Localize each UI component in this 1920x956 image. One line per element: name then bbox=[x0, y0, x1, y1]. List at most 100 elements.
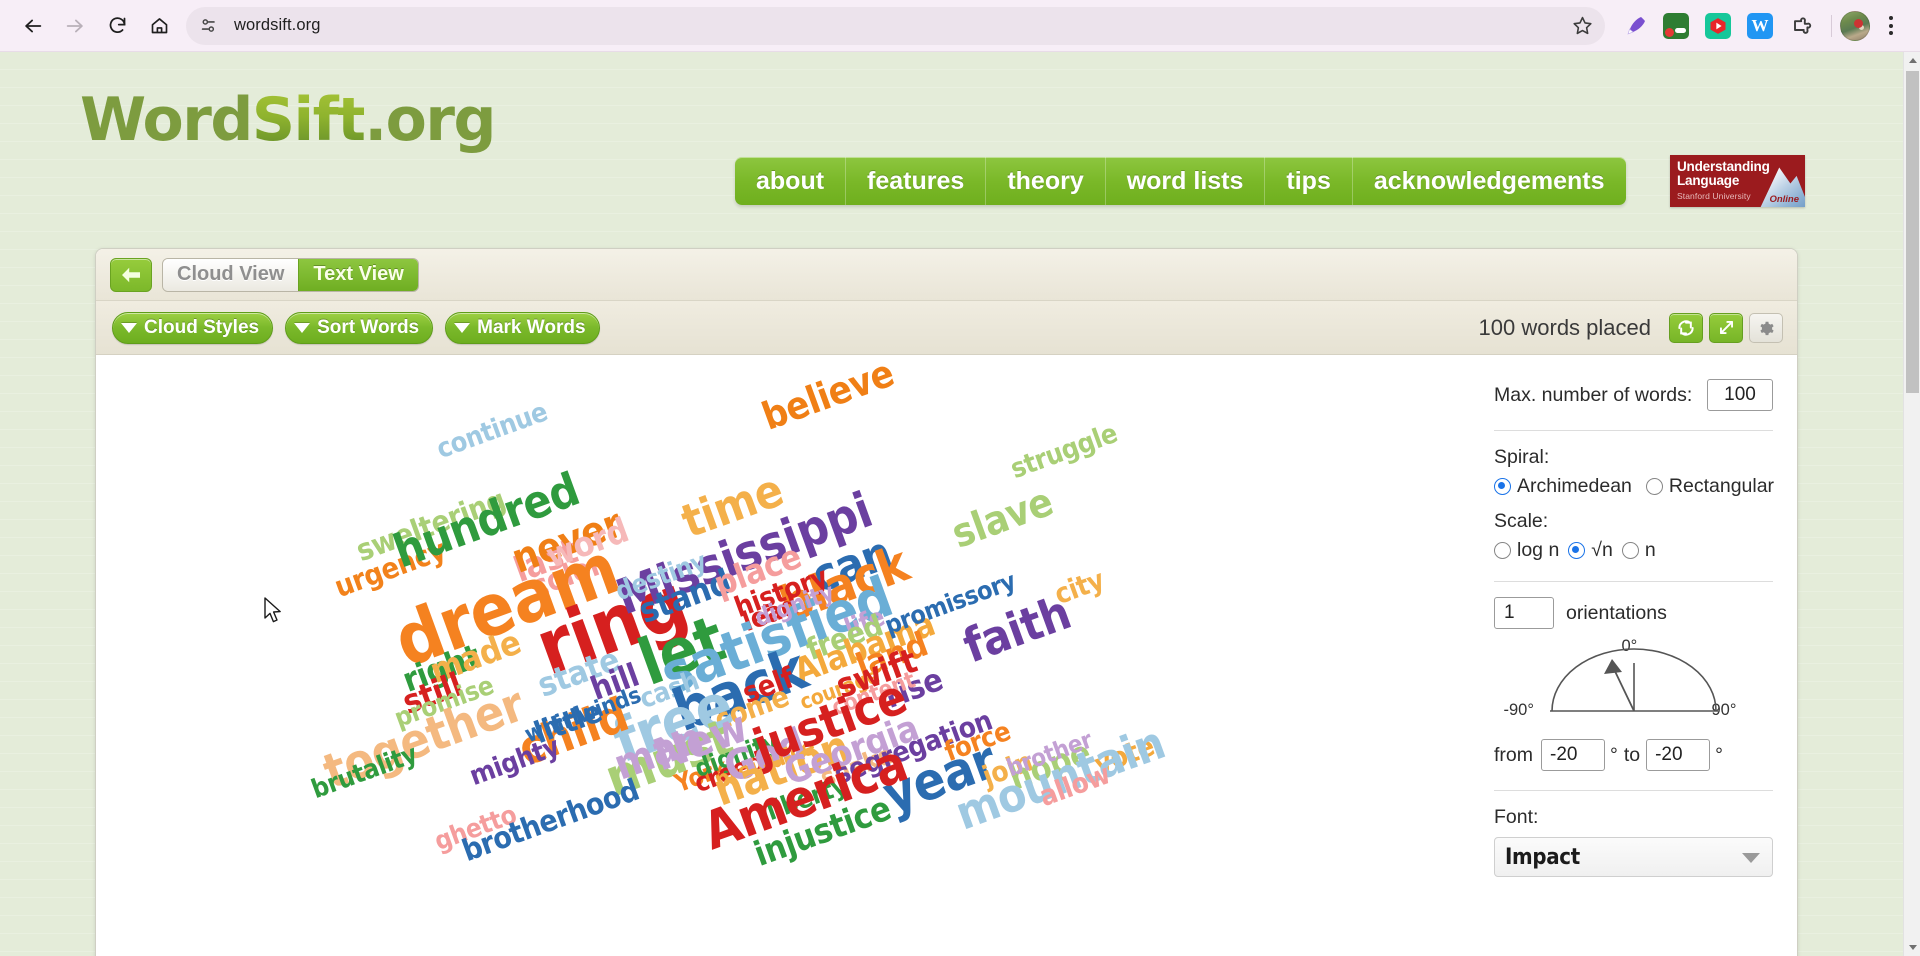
sort-words-label: Sort Words bbox=[317, 316, 420, 338]
angle-from-input[interactable]: -20 bbox=[1541, 739, 1605, 771]
cloud-word[interactable]: slave bbox=[946, 479, 1059, 558]
browser-toolbar: wordsift.org W bbox=[0, 0, 1920, 52]
toolbar-divider bbox=[1831, 14, 1832, 37]
cloud-word[interactable]: believe bbox=[756, 355, 899, 439]
url-text[interactable]: wordsift.org bbox=[224, 16, 1565, 35]
bookmark-star-icon[interactable] bbox=[1565, 9, 1599, 43]
chevron-down-icon bbox=[1742, 853, 1760, 863]
page-scrollbar[interactable] bbox=[1903, 52, 1920, 956]
address-bar[interactable]: wordsift.org bbox=[186, 6, 1605, 45]
max-words-label: Max. number of words: bbox=[1494, 383, 1693, 406]
pen-extension-icon[interactable] bbox=[1615, 7, 1653, 45]
page-viewport: WordSift.org about features theory word … bbox=[0, 52, 1920, 956]
orientations-row: 1 orientations bbox=[1494, 597, 1773, 629]
back-arrow-button[interactable] bbox=[110, 257, 152, 292]
divider bbox=[1494, 581, 1773, 582]
mouse-cursor-icon bbox=[264, 597, 284, 630]
chevron-down-icon bbox=[121, 322, 137, 333]
scale-radio-group: log n √n n bbox=[1494, 539, 1773, 562]
home-button[interactable] bbox=[138, 5, 180, 47]
radio-sqrt-n[interactable] bbox=[1568, 542, 1586, 559]
angle-to-input[interactable]: -20 bbox=[1646, 739, 1711, 771]
spiral-label: Spiral: bbox=[1494, 446, 1550, 468]
radio-archimedean[interactable] bbox=[1494, 478, 1511, 495]
forward-button[interactable] bbox=[54, 5, 96, 47]
nav-item-tips[interactable]: tips bbox=[1265, 157, 1353, 205]
mark-words-label: Mark Words bbox=[477, 316, 586, 338]
max-words-input[interactable]: 100 bbox=[1707, 379, 1773, 411]
max-words-row: Max. number of words: 100 bbox=[1494, 379, 1773, 411]
words-placed-status: 100 words placed bbox=[1478, 314, 1651, 340]
nav-item-acknowledgements[interactable]: acknowledgements bbox=[1353, 157, 1626, 205]
tab-cloud-view[interactable]: Cloud View bbox=[163, 258, 299, 291]
word-cloud-words: continue believe struggle sweltering urgency… bbox=[96, 355, 1470, 956]
tab-text-view[interactable]: Text View bbox=[298, 258, 418, 291]
nav-item-theory[interactable]: theory bbox=[986, 157, 1106, 205]
mark-words-button[interactable]: Mark Words bbox=[445, 311, 600, 344]
radio-sqrt-n-label: √n bbox=[1591, 539, 1613, 561]
cloud-word[interactable]: struggle bbox=[1007, 418, 1122, 485]
nav-item-features[interactable]: features bbox=[846, 157, 987, 205]
logo-part-sift: Sift bbox=[251, 85, 366, 155]
wordsift-app-panel: Cloud View Text View Cloud Styles Sort W… bbox=[95, 248, 1798, 956]
degree-symbol-to: ° bbox=[1715, 743, 1723, 766]
cloud-word[interactable]: continue bbox=[433, 397, 552, 466]
sort-words-button[interactable]: Sort Words bbox=[285, 311, 434, 344]
understanding-language-logo[interactable]: Understanding Language Stanford Universi… bbox=[1670, 155, 1805, 207]
protractor-graphic bbox=[1549, 648, 1718, 712]
font-select-value: Impact bbox=[1505, 844, 1580, 870]
radio-log-n-label: log n bbox=[1517, 539, 1560, 561]
refresh-icon[interactable] bbox=[1669, 312, 1703, 343]
cloud-settings-panel: Max. number of words: 100 Spiral: Archim… bbox=[1470, 355, 1797, 956]
toolbar-right-group: 100 words placed bbox=[1478, 312, 1783, 343]
browser-menu-icon[interactable] bbox=[1874, 7, 1908, 45]
expand-icon[interactable] bbox=[1709, 312, 1743, 343]
wikipedia-extension-label: W bbox=[1751, 15, 1769, 35]
view-mode-toggle: Cloud View Text View bbox=[162, 257, 419, 292]
back-button[interactable] bbox=[12, 5, 54, 47]
logo-part-org: .org bbox=[364, 85, 496, 155]
view-toolbar: Cloud View Text View bbox=[96, 249, 1797, 301]
cloud-styles-label: Cloud Styles bbox=[144, 316, 260, 338]
scroll-up-arrow-icon[interactable] bbox=[1904, 52, 1920, 69]
radio-rectangular-label: Rectangular bbox=[1668, 475, 1775, 497]
video-player-extension-icon[interactable] bbox=[1699, 7, 1737, 45]
radio-rectangular[interactable] bbox=[1645, 478, 1663, 495]
reload-button[interactable] bbox=[96, 5, 138, 47]
wikipedia-extension-icon[interactable]: W bbox=[1741, 7, 1779, 45]
site-header: WordSift.org bbox=[0, 52, 1920, 158]
orientations-input[interactable]: 1 bbox=[1494, 597, 1554, 629]
site-logo[interactable]: WordSift.org bbox=[80, 90, 496, 158]
angle-range-row: from -20 ° to -20 ° bbox=[1494, 739, 1773, 771]
divider bbox=[1494, 790, 1773, 791]
to-label: to bbox=[1623, 743, 1641, 766]
scroll-down-arrow-icon[interactable] bbox=[1904, 939, 1920, 956]
cloud-styles-button[interactable]: Cloud Styles bbox=[112, 311, 274, 344]
chevron-down-icon bbox=[454, 322, 471, 333]
orientations-label: orientations bbox=[1566, 601, 1667, 624]
partner-logo-online: Online bbox=[1769, 194, 1799, 205]
logo-part-word: Word bbox=[80, 85, 253, 155]
nav-item-about[interactable]: about bbox=[735, 157, 847, 205]
degree-symbol-from: ° bbox=[1610, 743, 1618, 766]
main-navigation: about features theory word lists tips ac… bbox=[735, 157, 1626, 205]
orientation-protractor[interactable]: 0° -90° 90° bbox=[1504, 637, 1764, 735]
word-cloud-canvas[interactable]: continue believe struggle sweltering urgency… bbox=[96, 355, 1470, 956]
app-content-area: continue believe struggle sweltering urgency… bbox=[96, 355, 1797, 956]
scrollbar-thumb[interactable] bbox=[1906, 71, 1919, 393]
extensions-puzzle-icon[interactable] bbox=[1783, 7, 1821, 45]
radio-n[interactable] bbox=[1621, 542, 1639, 559]
profile-avatar[interactable] bbox=[1840, 10, 1870, 41]
screen-recorder-extension-icon[interactable] bbox=[1657, 7, 1695, 45]
font-label: Font: bbox=[1494, 806, 1539, 828]
font-select[interactable]: Impact bbox=[1494, 837, 1773, 877]
scale-label: Scale: bbox=[1494, 510, 1549, 532]
radio-n-label: n bbox=[1644, 539, 1656, 561]
radio-log-n[interactable] bbox=[1494, 542, 1511, 559]
from-label: from bbox=[1494, 743, 1533, 766]
gear-icon[interactable] bbox=[1749, 312, 1783, 343]
nav-item-word-lists[interactable]: word lists bbox=[1106, 157, 1266, 205]
divider bbox=[1494, 430, 1773, 431]
spiral-radio-group: Archimedean Rectangular bbox=[1494, 475, 1775, 498]
site-settings-icon[interactable] bbox=[192, 10, 224, 42]
